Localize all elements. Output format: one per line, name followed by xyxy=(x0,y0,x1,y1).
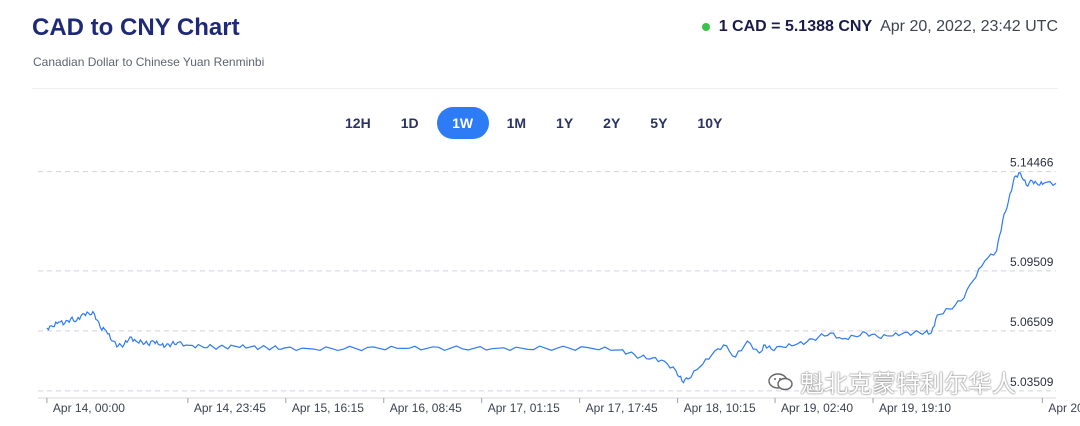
x-tick-label: Apr 17, 17:45 xyxy=(586,401,658,415)
y-tick-label: 5.03509 xyxy=(1010,375,1054,389)
rate-series-line xyxy=(46,172,1057,384)
rate-chart[interactable]: 5.14466 5.09509 5.06509 5.03509 Apr 14, 00:0… xyxy=(0,0,1080,426)
x-tick-label: Apr 14, 00:00 xyxy=(53,401,125,415)
y-tick-label: 5.14466 xyxy=(1010,156,1054,170)
x-tick-label: Apr 20, 23:42 xyxy=(1048,401,1080,415)
watermark: 魁北克蒙特利尔华人 xyxy=(768,364,1016,399)
y-tick-label: 5.09509 xyxy=(1010,255,1054,269)
y-tick-label: 5.06509 xyxy=(1010,315,1054,329)
x-tick-label: Apr 16, 08:45 xyxy=(390,401,462,415)
x-tick-label: Apr 17, 01:15 xyxy=(488,401,560,415)
x-tick-label: Apr 15, 16:15 xyxy=(292,401,364,415)
x-tick-label: Apr 18, 10:15 xyxy=(684,401,756,415)
watermark-text: 魁北克蒙特利尔华人 xyxy=(800,371,1016,398)
x-tick-label: Apr 19, 19:10 xyxy=(879,401,951,415)
x-tick-label: Apr 19, 02:40 xyxy=(781,401,853,415)
wechat-icon xyxy=(768,372,793,390)
x-tick-label: Apr 14, 23:45 xyxy=(194,401,266,415)
